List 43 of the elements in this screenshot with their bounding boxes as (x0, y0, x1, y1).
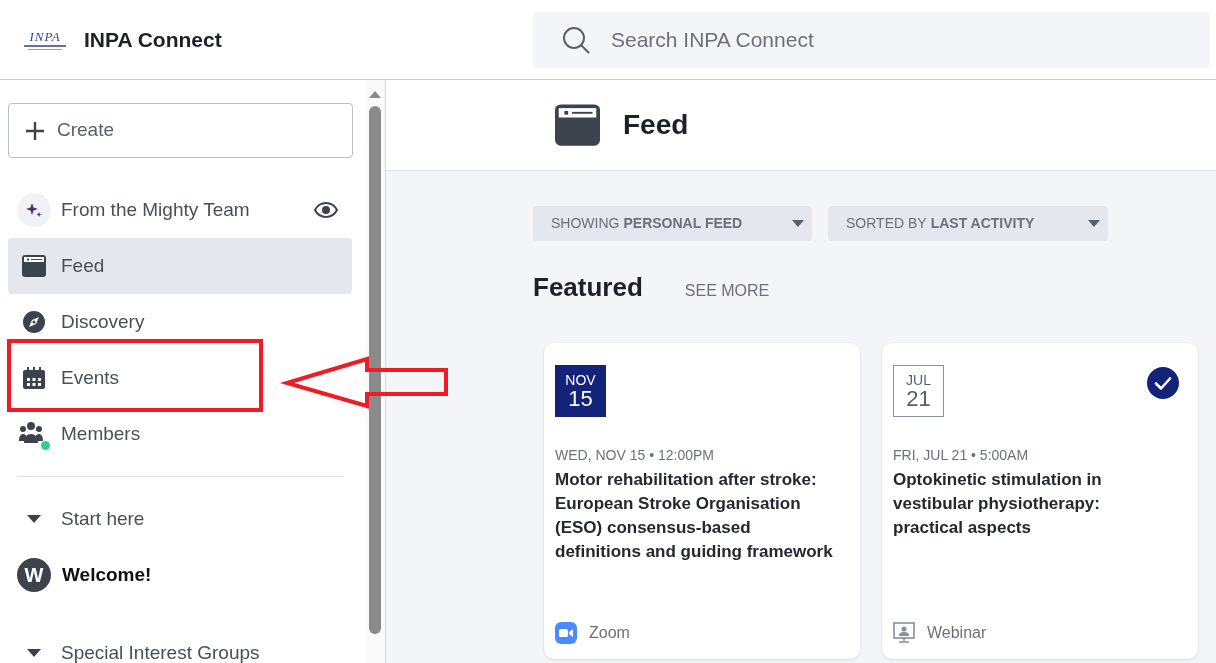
nav-item[interactable]: Feed (8, 238, 353, 294)
caret-icon (792, 220, 804, 227)
date-badge: JUL 21 (893, 365, 944, 417)
nav-item[interactable]: Members (8, 406, 353, 462)
feed-icon (555, 103, 600, 147)
channel-item[interactable]: W Welcome! (8, 547, 353, 603)
avatar: W (17, 558, 51, 592)
section-title: Featured (533, 271, 643, 304)
search-input[interactable]: Search INPA Connect (611, 23, 1011, 56)
event-card[interactable]: NOV 15 WED, NOV 15 • 12:00PM Motor rehabilitation after stroke: European Stroke Organisation (ESO) consensus-based definitions and guiding framework Zoom (544, 343, 860, 659)
event-title[interactable]: Optokinetic stimulation in vestibular physiotherapy: practical aspects (893, 468, 1187, 540)
scroll-up-icon[interactable] (369, 90, 382, 98)
event-title[interactable]: Motor rehabilitation after stroke: European Stroke Organisation (ESO) consensus-based definitions and guiding framework (555, 468, 849, 564)
nav-item[interactable]: From the Mighty Team (8, 182, 353, 238)
page-title: Feed (623, 108, 689, 142)
search-bar[interactable]: Search INPA Connect (533, 11, 1210, 68)
presentation-icon (893, 622, 915, 644)
event-time: FRI, JUL 21 • 5:00AM (893, 446, 1030, 465)
caret-icon (1088, 220, 1100, 227)
nav-item[interactable]: Events (8, 350, 353, 406)
logo-text: INPA (29, 29, 61, 43)
see-more-link[interactable]: SEE MORE (684, 279, 770, 303)
nav-item[interactable]: Discovery (8, 294, 353, 350)
date-badge: NOV 15 (555, 365, 606, 417)
create-button[interactable]: Create (8, 103, 353, 158)
scrollbar[interactable] (365, 80, 385, 663)
event-time: WED, NOV 15 • 12:00PM (555, 446, 715, 465)
section-header[interactable]: Start here (8, 491, 353, 547)
plus-icon (25, 120, 45, 141)
eye-icon[interactable] (314, 202, 339, 218)
sparkle-icon (17, 193, 51, 227)
filter-dropdown[interactable]: SHOWING PERSONAL FEED (533, 206, 812, 241)
app-title: INPA Connect (84, 26, 222, 53)
compass-icon (22, 310, 46, 334)
platform-label: Zoom (589, 623, 630, 643)
feed-icon (22, 255, 46, 277)
section-header[interactable]: Special Interest Groups (8, 625, 353, 663)
filter-dropdown[interactable]: SORTED BY LAST ACTIVITY (828, 206, 1108, 241)
platform-label: Webinar (927, 623, 987, 643)
video-camera-icon (555, 622, 577, 644)
search-icon (561, 24, 591, 55)
event-card[interactable]: JUL 21 FRI, JUL 21 • 5:00AM Optokinetic stimulation in vestibular physiotherapy: practical aspects Webinar (882, 343, 1198, 659)
calendar-icon (22, 366, 46, 390)
